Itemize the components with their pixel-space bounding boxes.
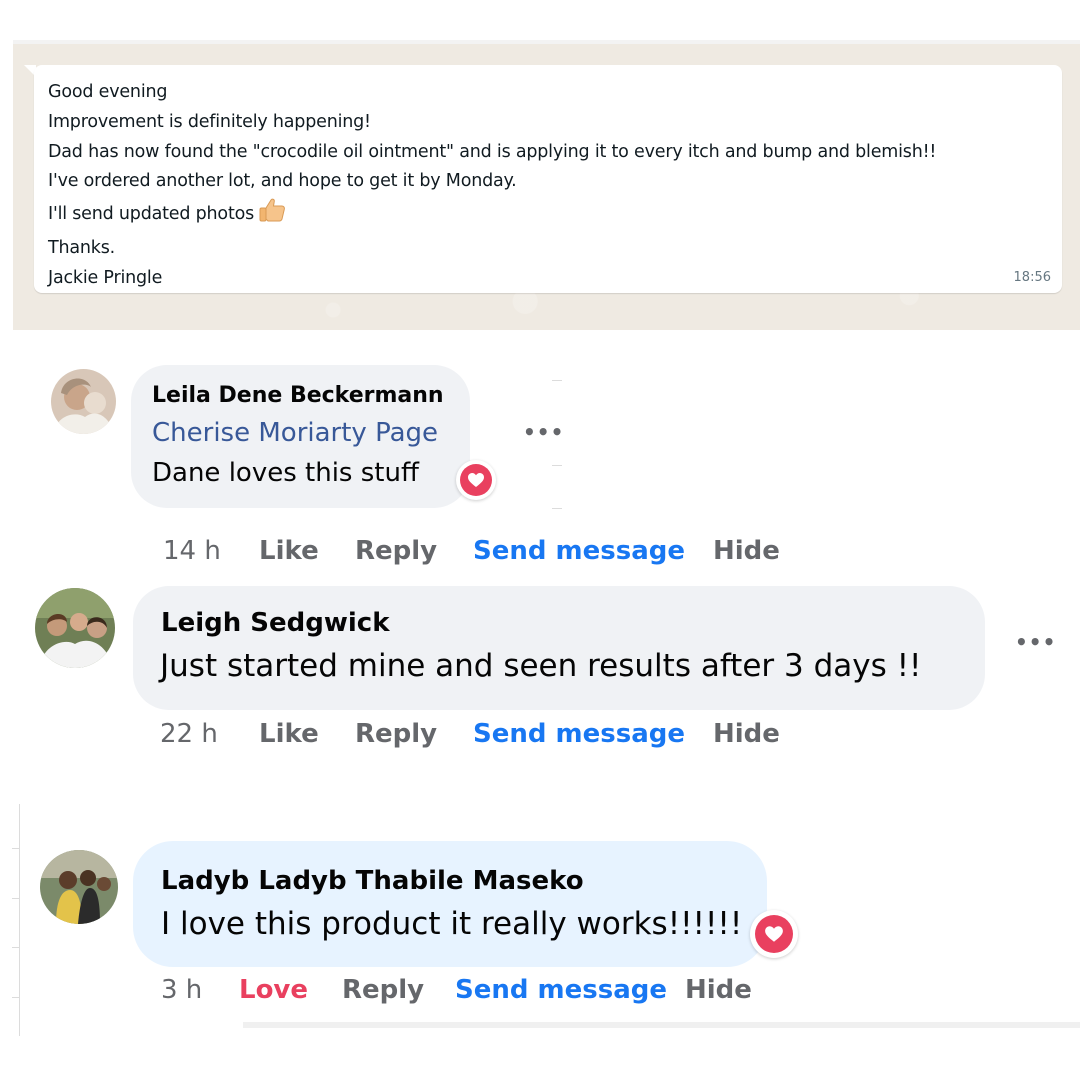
divider [552, 380, 562, 381]
comment-bubble-highlighted [133, 841, 767, 967]
avatar[interactable] [40, 850, 118, 924]
like-button[interactable]: Like [259, 719, 319, 749]
comment-author[interactable]: Leila Dene Beckermann [152, 383, 444, 408]
bottom-divider [243, 1022, 1080, 1028]
love-reaction-button[interactable]: Love [239, 975, 308, 1005]
comment-actions: 14 h Like Reply Send message Hide [163, 536, 803, 570]
left-edge-line [19, 804, 20, 1036]
message-line: I've ordered another lot, and hope to ge… [48, 171, 517, 192]
thumbs-up-icon [258, 197, 286, 234]
hide-button[interactable]: Hide [685, 975, 752, 1005]
whatsapp-message-text: Good evening Improvement is definitely h… [48, 78, 936, 294]
message-line: I'll send updated photos [48, 197, 936, 234]
comment-author[interactable]: Leigh Sedgwick [161, 608, 390, 638]
message-line-text: I'll send updated photos [48, 204, 255, 225]
reply-button[interactable]: Reply [355, 719, 437, 749]
comment-text: Just started mine and seen results after… [160, 648, 922, 684]
hide-button[interactable]: Hide [713, 719, 780, 749]
tick [12, 997, 20, 998]
comment-mention-link[interactable]: Cherise Moriarty Page [152, 418, 438, 448]
comment-timestamp[interactable]: 3 h [161, 975, 202, 1005]
reply-button[interactable]: Reply [355, 536, 437, 566]
tick [12, 947, 20, 948]
comment-author[interactable]: Ladyb Ladyb Thabile Maseko [161, 866, 584, 896]
send-message-button[interactable]: Send message [455, 975, 667, 1005]
comment-timestamp[interactable]: 14 h [163, 536, 221, 566]
comment-text: I love this product it really works!!!!!… [161, 906, 743, 942]
reply-button[interactable]: Reply [342, 975, 424, 1005]
send-message-button[interactable]: Send message [473, 719, 685, 749]
hide-button[interactable]: Hide [713, 536, 780, 566]
heart-reaction-icon[interactable] [750, 910, 798, 958]
comment-timestamp[interactable]: 22 h [160, 719, 218, 749]
message-line: Good evening [48, 82, 168, 102]
more-options-icon[interactable]: ••• [523, 420, 564, 444]
divider [552, 508, 562, 509]
message-line: Improvement is definitely happening! [48, 111, 371, 132]
message-line: Jackie Pringle [48, 267, 163, 288]
more-options-icon[interactable]: ••• [1015, 630, 1056, 654]
avatar[interactable] [51, 369, 116, 434]
message-timestamp: 18:56 [1013, 270, 1051, 285]
heart-reaction-icon[interactable] [456, 460, 496, 500]
tick [12, 898, 20, 899]
tick [12, 848, 20, 849]
comment-actions: 22 h Like Reply Send message Hide [160, 719, 800, 753]
message-line: Thanks. [48, 237, 116, 258]
send-message-button[interactable]: Send message [473, 536, 685, 566]
comment-actions: 3 h Love Reply Send message Hide [161, 975, 801, 1009]
comment-text: Dane loves this stuff [152, 458, 419, 488]
divider [552, 465, 562, 466]
avatar[interactable] [35, 588, 115, 668]
message-line: Dad has now found the "crocodile oil oin… [48, 141, 937, 162]
like-button[interactable]: Like [259, 536, 319, 566]
